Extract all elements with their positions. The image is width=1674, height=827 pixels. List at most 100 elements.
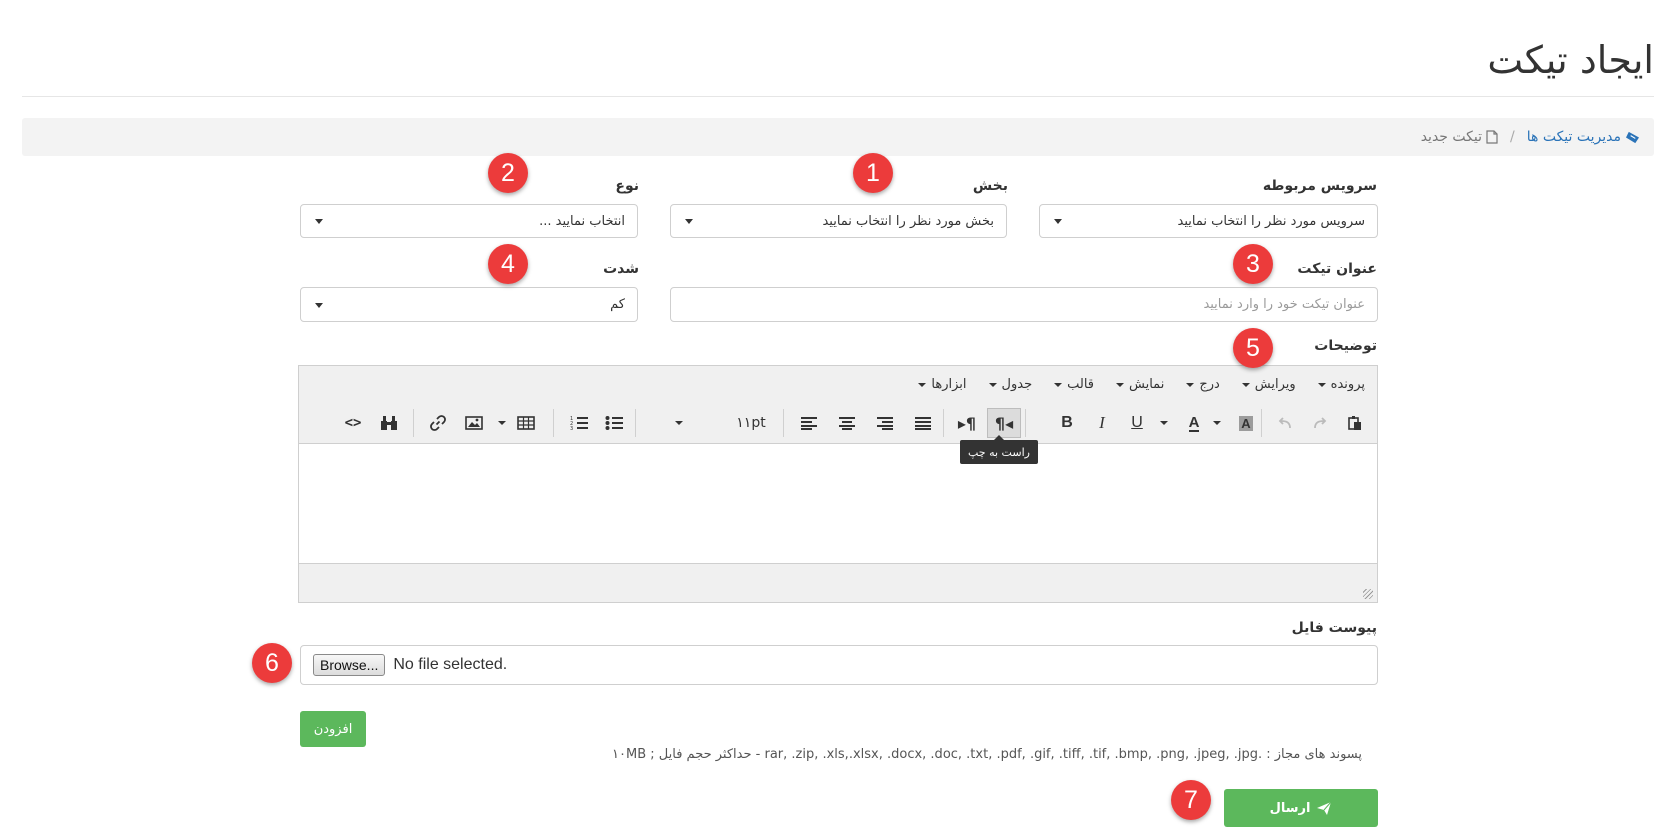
menu-format-label: قالب bbox=[1067, 377, 1095, 392]
chevron-down-icon bbox=[675, 421, 683, 425]
breadcrumb-current: تیکت جدید bbox=[1421, 129, 1498, 145]
menu-insert[interactable]: درج bbox=[1186, 377, 1220, 392]
rtl-tooltip: راست به چپ bbox=[960, 435, 1038, 464]
submit-button[interactable]: ارسال bbox=[1224, 789, 1378, 827]
description-label: توضیحات bbox=[1314, 338, 1377, 354]
chevron-down-icon bbox=[988, 382, 997, 387]
annotation-badge: 3 bbox=[1233, 244, 1273, 284]
menu-file-label: پرونده bbox=[1330, 377, 1365, 392]
bold-button[interactable]: B bbox=[1052, 408, 1082, 438]
toolbar-separator bbox=[943, 409, 944, 437]
annotation-badge: 2 bbox=[488, 153, 528, 193]
toolbar-separator bbox=[1261, 409, 1262, 437]
font-size-select[interactable]: ۱۱pt bbox=[727, 408, 775, 438]
svg-text:3: 3 bbox=[570, 426, 573, 431]
file-status: No file selected. bbox=[393, 656, 508, 673]
file-input[interactable]: Browse... No file selected. bbox=[300, 645, 1378, 685]
insert-link-button[interactable] bbox=[423, 408, 453, 438]
table-dropdown[interactable] bbox=[495, 408, 509, 438]
type-select-value: انتخاب نمایید ... bbox=[539, 213, 625, 229]
text-color-icon: A bbox=[1188, 413, 1200, 432]
priority-label: شدت bbox=[603, 261, 639, 277]
font-family-select[interactable] bbox=[639, 408, 719, 438]
subject-label: عنوان تیکت bbox=[1297, 261, 1377, 277]
editor-menubar: پرونده ویرایش درج نمایش قالب جدول ابزاره… bbox=[299, 366, 1377, 404]
menu-file[interactable]: پرونده bbox=[1317, 377, 1365, 392]
menu-insert-label: درج bbox=[1199, 377, 1220, 392]
chevron-down-icon bbox=[1054, 382, 1063, 387]
table-button[interactable] bbox=[511, 408, 541, 438]
breadcrumb-separator: / bbox=[1510, 129, 1515, 145]
underline-button[interactable]: U bbox=[1122, 408, 1152, 438]
service-label: سرویس مربوطه bbox=[1262, 178, 1377, 194]
editor-content[interactable] bbox=[299, 444, 1377, 564]
browse-button[interactable]: Browse... bbox=[313, 654, 386, 676]
paragraph-rtl-icon: ¶◂ bbox=[994, 413, 1014, 433]
breadcrumb: مدیریت تیکت ها / تیکت جدید bbox=[22, 118, 1654, 156]
ltr-direction-button[interactable]: ▸¶ bbox=[952, 408, 982, 438]
toolbar-separator bbox=[1025, 409, 1026, 437]
bold-icon: B bbox=[1061, 414, 1073, 431]
menu-tools[interactable]: ابزارها bbox=[918, 377, 967, 392]
type-label: نوع bbox=[615, 178, 639, 194]
menu-table[interactable]: جدول bbox=[988, 377, 1032, 392]
chevron-down-icon bbox=[1160, 421, 1168, 425]
table-icon bbox=[517, 416, 535, 430]
align-left-icon bbox=[801, 417, 817, 430]
chevron-down-icon bbox=[1213, 421, 1221, 425]
image-icon bbox=[465, 416, 483, 430]
submit-label: ارسال bbox=[1269, 800, 1311, 816]
toolbar-separator bbox=[783, 409, 784, 437]
chevron-down-icon bbox=[1186, 382, 1195, 387]
annotation-badge: 7 bbox=[1171, 780, 1211, 820]
chevron-down-icon bbox=[685, 219, 693, 224]
resize-handle-icon[interactable] bbox=[1363, 589, 1373, 599]
menu-format[interactable]: قالب bbox=[1054, 377, 1094, 392]
department-select[interactable]: بخش مورد نظر را انتخاب نمایید bbox=[670, 204, 1007, 238]
subject-input[interactable]: عنوان تیکت خود را وارد نمایید bbox=[670, 287, 1378, 322]
code-icon: <> bbox=[344, 415, 362, 431]
page-title: ایجاد تیکت bbox=[1487, 38, 1654, 82]
paste-button[interactable] bbox=[1340, 408, 1370, 438]
justify-button[interactable] bbox=[908, 408, 938, 438]
bullet-list-button[interactable] bbox=[599, 408, 629, 438]
add-attachment-button[interactable]: افزودن bbox=[300, 711, 366, 747]
priority-select-value: کم bbox=[610, 297, 625, 312]
breadcrumb-root-label: مدیریت تیکت ها bbox=[1526, 129, 1621, 145]
menu-edit[interactable]: ویرایش bbox=[1241, 377, 1296, 392]
background-color-button[interactable]: A bbox=[1231, 408, 1261, 438]
priority-select[interactable]: کم bbox=[300, 287, 638, 322]
background-color-dropdown[interactable] bbox=[1209, 408, 1225, 438]
binoculars-icon bbox=[381, 416, 397, 430]
menu-view[interactable]: نمایش bbox=[1116, 377, 1164, 392]
insert-image-button[interactable] bbox=[459, 408, 489, 438]
find-replace-button[interactable] bbox=[374, 408, 404, 438]
menu-view-label: نمایش bbox=[1129, 377, 1165, 392]
type-select[interactable]: انتخاب نمایید ... bbox=[300, 204, 638, 238]
align-justify-icon bbox=[915, 417, 931, 430]
chevron-down-icon bbox=[315, 219, 323, 224]
undo-button[interactable] bbox=[1270, 408, 1300, 438]
align-center-button[interactable] bbox=[832, 408, 862, 438]
text-color-dropdown[interactable] bbox=[1156, 408, 1172, 438]
text-color-button[interactable]: A bbox=[1179, 408, 1209, 438]
breadcrumb-current-label: تیکت جدید bbox=[1420, 129, 1483, 145]
department-label: بخش bbox=[972, 178, 1008, 194]
underline-icon: U bbox=[1131, 414, 1143, 431]
numbered-list-icon: 123 bbox=[570, 416, 588, 431]
italic-button[interactable]: I bbox=[1087, 408, 1117, 438]
allowed-extensions-hint: پسوند های مجاز : .rar, .zip, .xls,.xlsx,… bbox=[612, 747, 1362, 762]
align-right-button[interactable] bbox=[870, 408, 900, 438]
source-code-button[interactable]: <> bbox=[338, 408, 368, 438]
paste-icon bbox=[1348, 416, 1361, 430]
title-divider bbox=[22, 96, 1654, 97]
subject-input-placeholder: عنوان تیکت خود را وارد نمایید bbox=[1203, 297, 1365, 312]
rtl-direction-button[interactable]: ¶◂ bbox=[987, 408, 1021, 438]
redo-button[interactable] bbox=[1305, 408, 1335, 438]
service-select[interactable]: سرویس مورد نظر را انتخاب نمایید bbox=[1039, 204, 1378, 238]
link-icon bbox=[430, 415, 446, 431]
menu-edit-label: ویرایش bbox=[1254, 377, 1296, 392]
numbered-list-button[interactable]: 123 bbox=[564, 408, 594, 438]
align-left-button[interactable] bbox=[794, 408, 824, 438]
breadcrumb-root-link[interactable]: مدیریت تیکت ها bbox=[1527, 129, 1640, 145]
